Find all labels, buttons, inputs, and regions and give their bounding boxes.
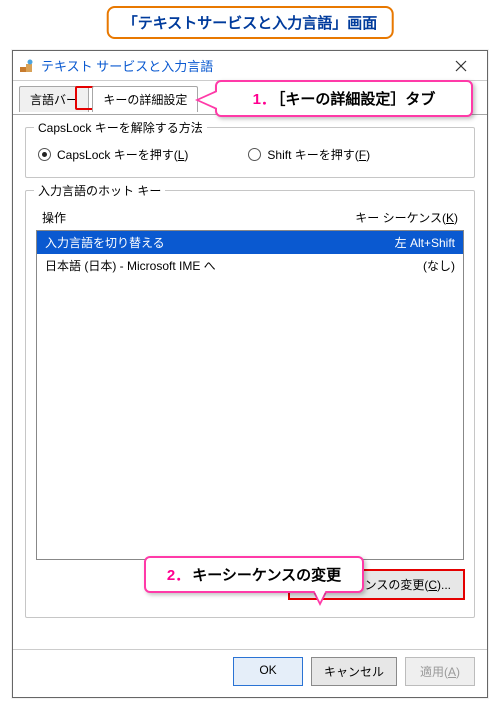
list-item-sequence: 左 Alt+Shift bbox=[365, 234, 455, 251]
separator bbox=[13, 649, 487, 650]
annotation-callout-1-text: ［キーの詳細設定］タブ bbox=[278, 91, 436, 108]
hotkey-group: 入力言語のホット キー 操作 キー シーケンス(K) 入力言語を切り替える 左 … bbox=[25, 190, 475, 618]
tab-advanced-key-settings[interactable]: キーの詳細設定 bbox=[92, 86, 198, 112]
cancel-button[interactable]: キャンセル bbox=[311, 657, 397, 686]
tab-language-bar[interactable]: 言語バー bbox=[19, 86, 89, 112]
ok-button[interactable]: OK bbox=[233, 657, 303, 686]
app-icon bbox=[19, 58, 35, 74]
annotation-callout-2-tail-fill bbox=[312, 586, 328, 602]
annotation-callout-1: 1．［キーの詳細設定］タブ bbox=[215, 80, 473, 117]
annotation-callout-2-lead: 2． bbox=[167, 567, 190, 584]
list-item-operation: 入力言語を切り替える bbox=[45, 234, 365, 251]
close-button[interactable] bbox=[441, 52, 481, 80]
list-item[interactable]: 入力言語を切り替える 左 Alt+Shift bbox=[37, 231, 463, 254]
close-icon bbox=[455, 60, 467, 72]
hotkey-listbox[interactable]: 入力言語を切り替える 左 Alt+Shift 日本語 (日本) - Micros… bbox=[36, 230, 464, 560]
radio-press-capslock[interactable]: CapsLock キーを押す(L) bbox=[38, 146, 188, 163]
capslock-group: CapsLock キーを解除する方法 CapsLock キーを押す(L) Shi… bbox=[25, 127, 475, 178]
radio-icon bbox=[248, 148, 261, 161]
explain-banner: 「テキストサービスと入力言語」画面 bbox=[107, 6, 394, 39]
radio-press-capslock-label: CapsLock キーを押す(L) bbox=[57, 146, 188, 163]
hotkey-list-header: 操作 キー シーケンス(K) bbox=[36, 205, 464, 230]
ok-button-label: OK bbox=[259, 663, 276, 677]
list-item[interactable]: 日本語 (日本) - Microsoft IME へ (なし) bbox=[37, 254, 463, 277]
explain-banner-text: 「テキストサービスと入力言語」画面 bbox=[123, 15, 378, 32]
text-services-dialog: テキスト サービスと入力言語 言語バー キーの詳細設定 bbox=[12, 50, 488, 698]
annotation-callout-1-tail-fill bbox=[199, 92, 217, 108]
column-operation: 操作 bbox=[42, 209, 355, 226]
tab-advanced-key-settings-label: キーの詳細設定 bbox=[103, 93, 187, 107]
hotkey-group-legend: 入力言語のホット キー bbox=[34, 182, 165, 199]
list-item-sequence: (なし) bbox=[365, 257, 455, 274]
dialog-button-row: OK キャンセル 適用(A) bbox=[233, 657, 475, 686]
window-title: テキスト サービスと入力言語 bbox=[41, 56, 441, 75]
capslock-group-legend: CapsLock キーを解除する方法 bbox=[34, 119, 207, 136]
radio-press-shift-label: Shift キーを押す(F) bbox=[267, 146, 370, 163]
apply-button[interactable]: 適用(A) bbox=[405, 657, 475, 686]
column-key-sequence: キー シーケンス(K) bbox=[355, 209, 458, 226]
radio-icon bbox=[38, 148, 51, 161]
cancel-button-label: キャンセル bbox=[324, 665, 384, 679]
titlebar: テキスト サービスと入力言語 bbox=[13, 51, 487, 81]
tab-panel-advanced-key-settings: CapsLock キーを解除する方法 CapsLock キーを押す(L) Shi… bbox=[13, 114, 487, 696]
apply-button-label: 適用(A) bbox=[420, 665, 460, 679]
annotation-callout-2-text: キーシーケンスの変更 bbox=[192, 567, 341, 584]
tab-language-bar-label: 言語バー bbox=[30, 93, 78, 107]
annotation-callout-2: 2．キーシーケンスの変更 bbox=[144, 556, 364, 593]
annotation-callout-1-lead: 1． bbox=[253, 91, 276, 108]
radio-press-shift[interactable]: Shift キーを押す(F) bbox=[248, 146, 370, 163]
list-item-operation: 日本語 (日本) - Microsoft IME へ bbox=[45, 257, 365, 274]
